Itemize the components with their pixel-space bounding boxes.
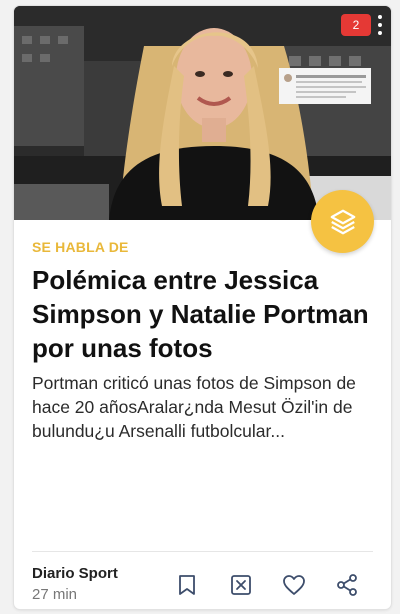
bookmark-icon <box>179 575 195 595</box>
dismiss-button[interactable] <box>226 570 256 600</box>
close-icon <box>231 575 251 595</box>
publish-time: 27 min <box>32 586 78 603</box>
source-name[interactable]: Diario Sport <box>32 565 118 582</box>
card-divider <box>32 551 373 552</box>
heart-icon <box>283 575 305 595</box>
notification-count-badge: 2 <box>341 14 371 36</box>
article-headline[interactable]: Polémica entre Jessica Simpson y Natalie… <box>32 263 377 365</box>
article-snippet[interactable]: Portman criticó unas fotos de Simpson de… <box>32 371 377 443</box>
share-icon <box>337 574 357 596</box>
hero-photo <box>14 6 391 220</box>
news-card[interactable]: 2 SE HABLA DE Polémica entre Jessica Sim… <box>14 6 391 609</box>
collection-button[interactable] <box>311 190 374 253</box>
layers-icon <box>330 209 355 234</box>
more-vert-icon[interactable] <box>375 13 385 37</box>
bookmark-button[interactable] <box>172 570 202 600</box>
article-hero-image[interactable]: 2 <box>14 6 391 220</box>
share-button[interactable] <box>332 570 362 600</box>
like-button[interactable] <box>279 570 309 600</box>
topic-kicker: SE HABLA DE <box>32 239 129 255</box>
